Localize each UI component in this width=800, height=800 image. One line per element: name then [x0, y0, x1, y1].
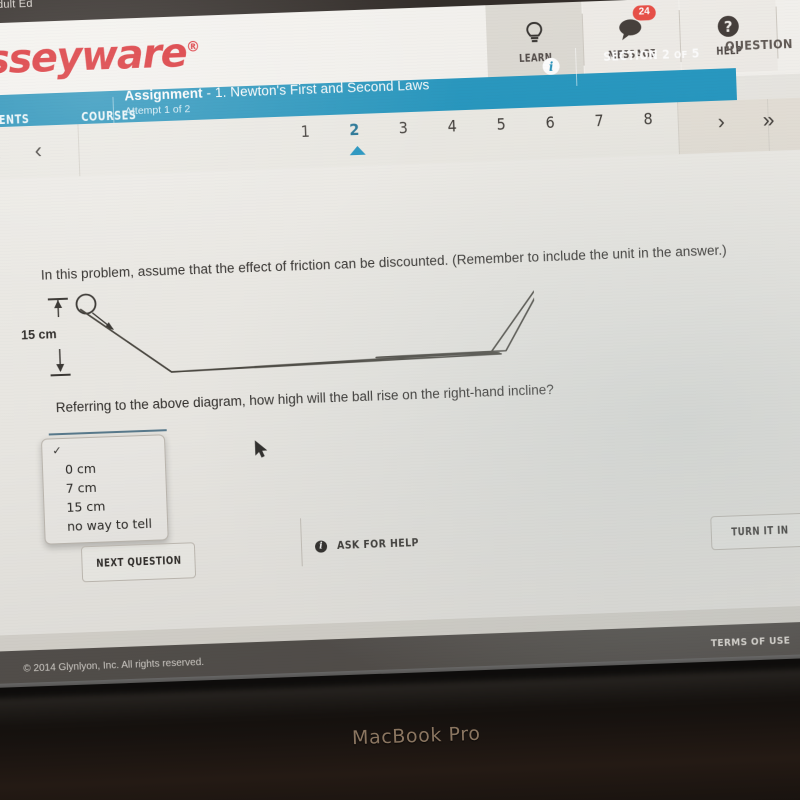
pager-number-8[interactable]: 8: [640, 109, 656, 129]
pager-arrows-right: › »: [717, 109, 775, 135]
section-number-text: SECTION 2: [603, 47, 671, 64]
mouse-cursor: [254, 439, 269, 464]
pager-number-2[interactable]: 2: [346, 120, 362, 140]
turn-it-in-button[interactable]: TURN IT IN: [710, 512, 800, 551]
pager-last-icon[interactable]: »: [762, 109, 775, 133]
physics-diagram: 15 cm: [21, 274, 544, 393]
os-bar-label: dult Ed: [0, 0, 33, 12]
brand-logo-text: lysseyware: [0, 30, 188, 85]
answer-dropdown[interactable]: ✓ 0 cm 7 cm 15 cm no way to tell: [40, 434, 169, 545]
next-question-button[interactable]: NEXT QUESTION: [80, 542, 197, 583]
utility-learn[interactable]: LEARN: [485, 1, 585, 82]
laptop-screen: dult Ed lysseyware® LEARN 24 MESSAGE ? H…: [0, 0, 800, 694]
section-total-text: 5: [691, 46, 700, 61]
pager-number-3[interactable]: 3: [395, 118, 411, 138]
question-tab-label[interactable]: QUESTION: [725, 36, 793, 53]
pager-arrows-left: « ‹: [0, 138, 42, 166]
pager-number-4[interactable]: 4: [444, 116, 460, 136]
odysseyware-logo[interactable]: lysseyware®: [0, 30, 200, 85]
assignment-word: Assignment: [124, 85, 203, 104]
copyright-text: © 2014 Glynlyon, Inc. All rights reserve…: [23, 656, 205, 675]
pager-next-icon[interactable]: ›: [717, 111, 725, 135]
lightbulb-icon: [525, 18, 544, 49]
turn-it-in-label: TURN IT IN: [730, 524, 789, 539]
terms-of-use-link[interactable]: TERMS OF USE: [711, 635, 791, 649]
photo-of-laptop-screen: dult Ed lysseyware® LEARN 24 MESSAGE ? H…: [0, 0, 800, 800]
pager-number-1[interactable]: 1: [298, 122, 314, 142]
pager-first-icon[interactable]: «: [0, 139, 1, 165]
pager-number-6[interactable]: 6: [542, 113, 558, 133]
section-of-text: OF: [673, 49, 688, 62]
next-question-label: NEXT QUESTION: [95, 554, 182, 570]
pager-number-5[interactable]: 5: [493, 114, 509, 134]
assignment-attempt: Attempt 1 of 2: [124, 103, 191, 118]
message-badge-count: 24: [632, 4, 657, 21]
svg-text:?: ?: [724, 18, 733, 36]
registered-mark: ®: [185, 39, 200, 56]
ask-help-info-icon: i: [314, 540, 328, 553]
dropdown-option-no-way-to-tell[interactable]: no way to tell: [45, 513, 168, 536]
diagram-height-label: 15 cm: [20, 327, 57, 343]
assignment-dash: -: [206, 85, 212, 101]
pager-prev-icon[interactable]: ‹: [34, 138, 42, 164]
macbook-pro-label: MacBook Pro: [351, 722, 481, 750]
utility-message[interactable]: 24 MESSAGE: [582, 0, 681, 78]
pager-number-7[interactable]: 7: [591, 111, 607, 131]
